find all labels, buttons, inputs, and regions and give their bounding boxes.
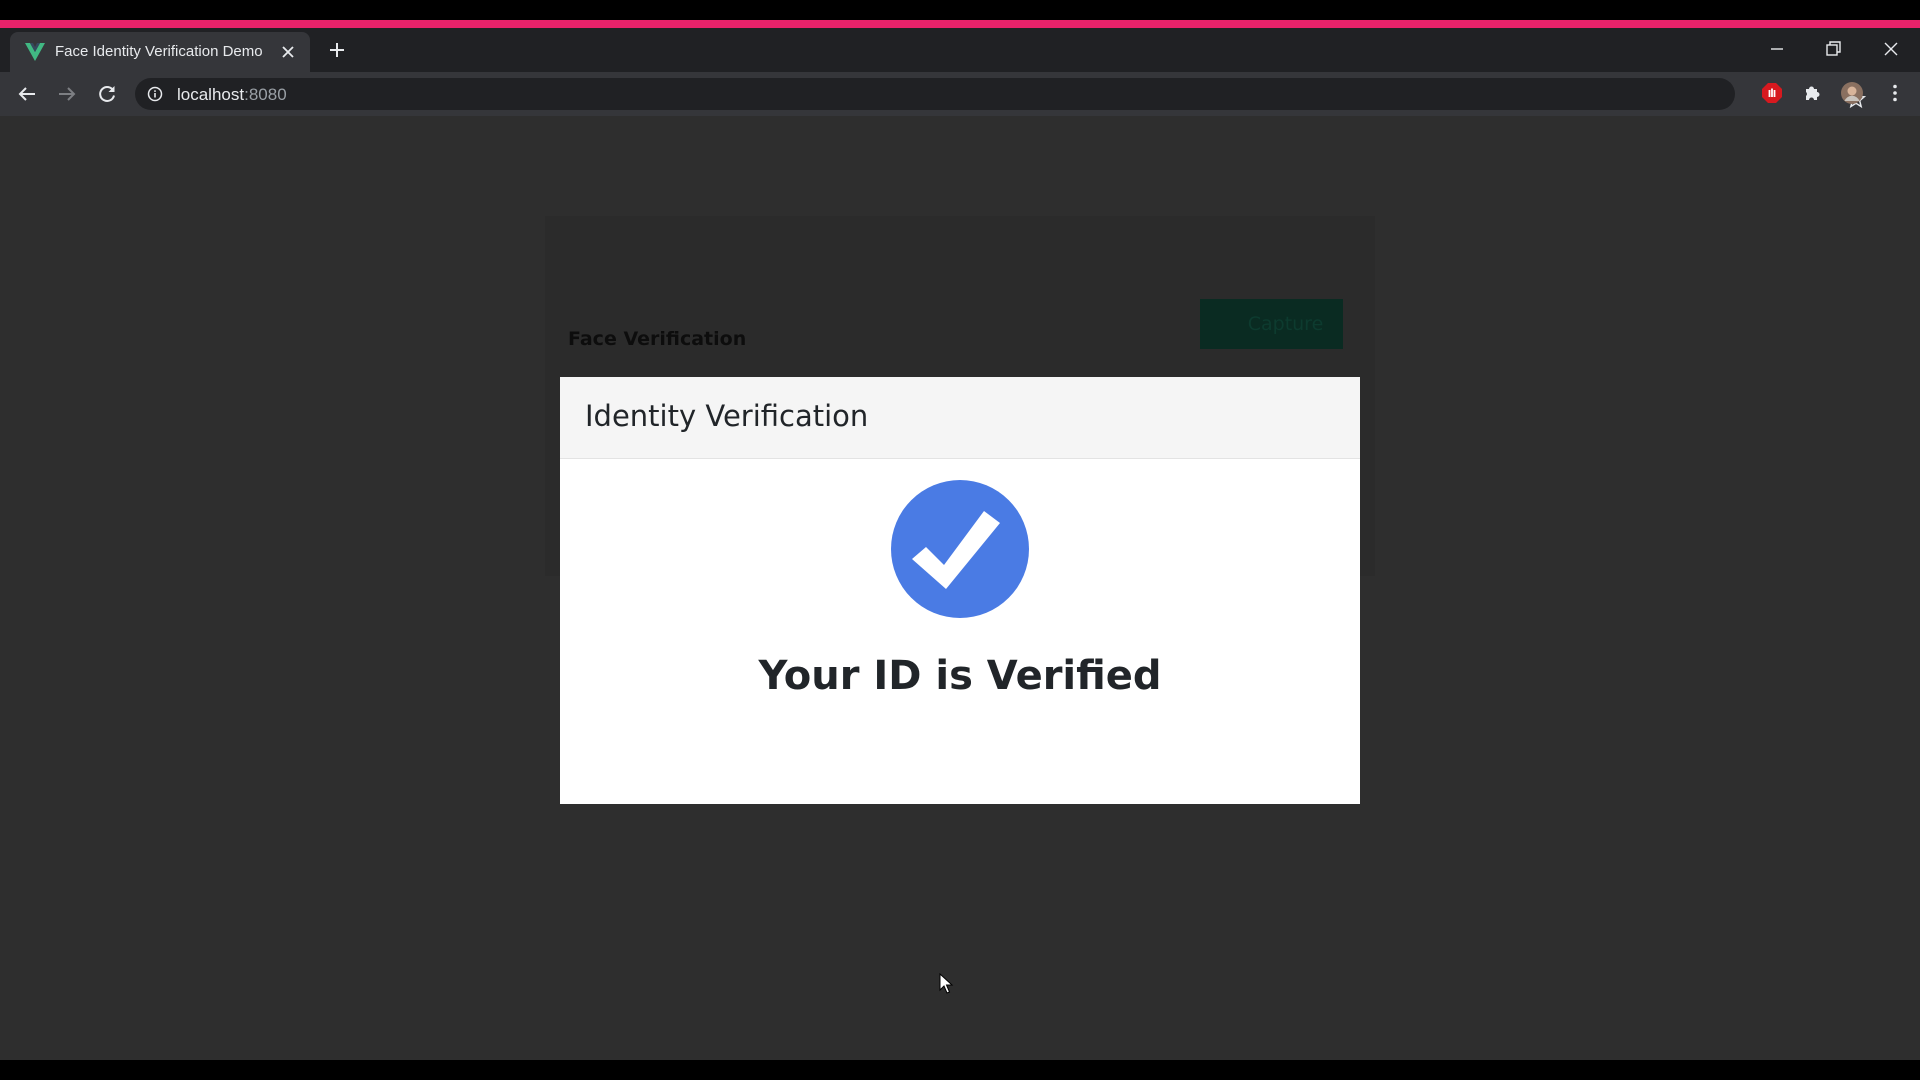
reload-icon[interactable] (95, 82, 119, 106)
vue-logo-icon (25, 43, 45, 61)
tab-title: Face Identity Verification Demo (55, 43, 263, 60)
check-circle-icon (891, 480, 1029, 618)
more-vert-icon[interactable] (1883, 81, 1907, 105)
browser-tab[interactable]: Face Identity Verification Demo (10, 32, 310, 72)
url-host: localhost (177, 85, 245, 104)
url-port: :8080 (244, 85, 287, 104)
close-icon[interactable] (1880, 38, 1902, 60)
tab-strip: Face Identity Verification Demo (0, 28, 1920, 72)
forward-icon[interactable] (55, 82, 79, 106)
page-viewport: Face Verification Capture Identity Verif… (0, 116, 1920, 1060)
card-title: Face Verification (568, 328, 747, 350)
window-accent-bar (0, 20, 1920, 28)
restore-icon[interactable] (1822, 38, 1844, 60)
address-bar[interactable]: localhost:8080 (135, 78, 1867, 110)
url-text: localhost:8080 (177, 85, 287, 105)
screen-bottom-edge (0, 1060, 1920, 1080)
plus-icon[interactable] (327, 40, 347, 60)
capture-button[interactable]: Capture (1200, 299, 1343, 349)
info-icon[interactable] (147, 86, 163, 102)
identity-modal: Identity Verification Your ID is Verifie… (560, 377, 1360, 804)
browser-toolbar: localhost:8080 (0, 72, 1920, 116)
close-icon[interactable] (280, 44, 296, 60)
screen-top-edge (0, 0, 1920, 20)
modal-header: Identity Verification (560, 377, 1360, 459)
puzzle-icon[interactable] (1800, 81, 1824, 105)
capture-label: Capture (1247, 313, 1324, 335)
modal-title: Identity Verification (585, 399, 869, 433)
back-icon[interactable] (15, 82, 39, 106)
minimize-icon[interactable] (1766, 38, 1788, 60)
avatar[interactable] (1840, 81, 1864, 105)
adblock-icon[interactable] (1760, 81, 1784, 105)
cursor-icon (939, 973, 954, 994)
verified-message: Your ID is Verified (758, 653, 1162, 699)
